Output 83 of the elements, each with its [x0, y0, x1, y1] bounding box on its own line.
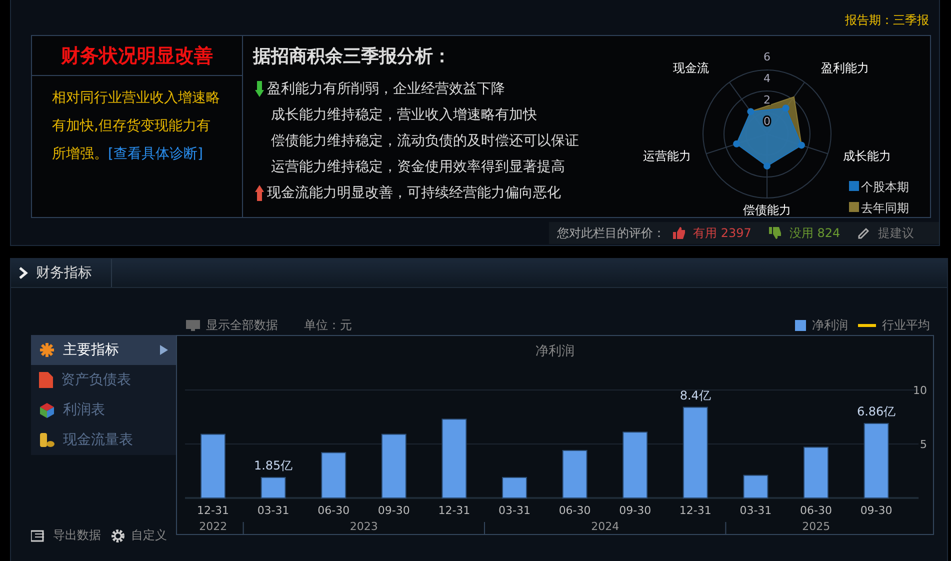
x-tick-label: 12-31: [197, 504, 229, 517]
legend-label: 净利润: [812, 316, 848, 334]
x-tick-label: 09-30: [619, 504, 652, 517]
useful-vote[interactable]: 有用 2397: [693, 224, 752, 242]
bar-value-label: 8.4亿: [680, 388, 711, 402]
radar-tick-label: 4: [764, 72, 770, 85]
radar-axis-label: 成长能力: [843, 149, 891, 163]
legend-label: 个股本期: [861, 180, 909, 194]
unit-label: 单位：元: [304, 316, 352, 334]
rating-prompt: 您对此栏目的评价：: [557, 224, 665, 242]
bar: [321, 452, 346, 498]
radar-tick-label: 6: [764, 50, 770, 64]
bar: [562, 450, 588, 498]
bar-value-label: 1.85亿: [254, 458, 293, 472]
year-label: 2023: [350, 520, 378, 533]
bar: [200, 434, 226, 498]
menu-item[interactable]: 主要指标: [31, 335, 176, 365]
year-label: 2024: [591, 520, 620, 533]
analysis-line: 盈利能力有所削弱，企业经营效益下降: [267, 80, 505, 98]
year-label: 2022: [199, 520, 228, 533]
bar: [804, 446, 828, 498]
analysis-line: 现金流能力明显改善，可持续经营能力偏向恶化: [267, 184, 561, 202]
document-icon: [39, 372, 53, 388]
chevron-icon: [19, 267, 28, 279]
pencil-icon[interactable]: [858, 227, 870, 239]
menu-item[interactable]: 现金流量表: [31, 425, 176, 455]
menu-item[interactable]: 利润表: [31, 395, 176, 425]
down-arrow-icon: [254, 81, 264, 97]
x-tick-label: 12-31: [679, 504, 712, 517]
analysis-title: 据招商积余三季报分析：: [253, 45, 452, 68]
up-arrow-icon: [254, 185, 264, 201]
analysis-line: 运营能力维持稳定，资金使用效率得到显著提高: [271, 158, 565, 176]
thumbs-down-icon[interactable]: [769, 227, 782, 239]
play-arrow-icon: [160, 345, 168, 355]
coins-icon: [39, 432, 55, 448]
bar: [260, 476, 286, 498]
export-data-link[interactable]: 导出数据: [53, 527, 101, 544]
section-tab[interactable]: 财务指标: [11, 259, 112, 287]
legend-swatch: [795, 320, 806, 330]
radar-axis-label: 盈利能力: [821, 61, 869, 75]
x-tick-label: 09-30: [378, 504, 410, 517]
customize-link[interactable]: 自定义: [131, 527, 167, 544]
bar-value-label: 6.86亿: [856, 404, 896, 418]
radar-axis-label: 偿债能力: [743, 203, 791, 217]
x-tick-label: 09-30: [860, 504, 892, 517]
x-tick-label: 06-30: [318, 504, 350, 517]
x-tick-label: 06-30: [800, 504, 832, 517]
bar: [381, 434, 406, 498]
year-label: 2025: [802, 520, 830, 533]
chart-title: 净利润: [536, 344, 574, 359]
suggest-link[interactable]: 提建议: [878, 224, 914, 242]
cube-icon: [39, 402, 55, 418]
legend-label: 行业平均: [882, 316, 930, 334]
thumbs-up-icon[interactable]: [673, 227, 685, 239]
diagnosis-title: 财务状况明显改善: [32, 36, 242, 76]
x-tick-label: 06-30: [558, 504, 591, 517]
bar: [622, 432, 648, 498]
bar: [502, 476, 527, 498]
radar-tick-label: 0: [764, 115, 770, 128]
y-tick-label: 10: [913, 384, 927, 397]
x-tick-label: 03-31: [257, 504, 290, 517]
diagnosis-text: 相对同行业营业收入增速略有加快,但存货变现能力有所增强。[查看具体诊断]: [51, 89, 221, 164]
radar-tick-label: 2: [764, 94, 770, 106]
show-all-data-link[interactable]: 显示全部数据: [206, 316, 278, 334]
y-tick-label: 5: [920, 438, 927, 451]
x-tick-label: 03-31: [498, 504, 530, 517]
report-period: 报告期：三季报: [845, 12, 929, 29]
bar: [743, 474, 768, 498]
analysis-line: 成长能力维持稳定，营业收入增速略有加快: [271, 106, 537, 124]
radar-axis-label: 现金流: [673, 61, 709, 75]
legend-line: [858, 324, 876, 326]
asterisk-icon: [39, 342, 55, 358]
legend-label: 去年同期: [861, 201, 909, 215]
analysis-line: 偿债能力维持稳定，流动负债的及时偿还可以保证: [271, 132, 579, 150]
radar-axis-label: 运营能力: [643, 149, 691, 163]
monitor-icon: [186, 320, 200, 330]
x-tick-label: 03-31: [740, 504, 772, 517]
x-tick-label: 12-31: [438, 504, 470, 517]
useless-vote[interactable]: 没用 824: [789, 224, 840, 242]
export-icon[interactable]: [31, 528, 47, 542]
diagnosis-link[interactable]: [查看具体诊断]: [108, 146, 203, 162]
menu-item[interactable]: 资产负债表: [31, 365, 176, 395]
gear-icon[interactable]: [111, 528, 125, 542]
